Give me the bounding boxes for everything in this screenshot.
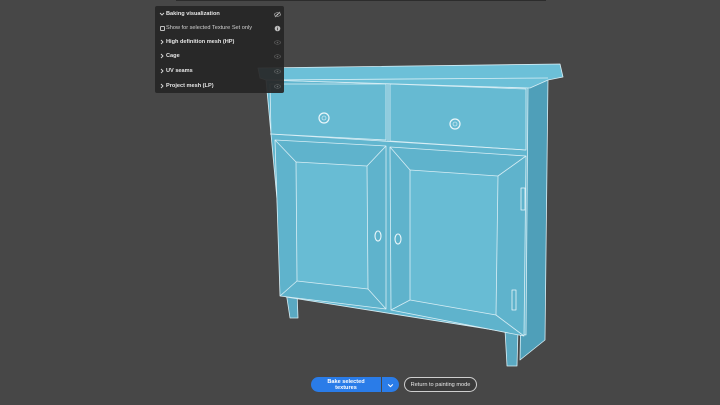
drawer-right [389, 83, 527, 151]
eye-icon[interactable] [274, 39, 281, 46]
panel-item-uv-seams[interactable]: UV seams [155, 64, 284, 78]
panel-item-label: Cage [166, 53, 180, 59]
chevron-right-icon[interactable] [159, 39, 165, 45]
eye-icon[interactable] [274, 68, 281, 75]
panel-item-cage[interactable]: Cage [155, 49, 284, 63]
bake-options-dropdown[interactable] [382, 377, 399, 392]
chevron-down-icon[interactable] [159, 11, 165, 17]
eye-icon[interactable] [274, 53, 281, 60]
eye-slash-icon[interactable] [274, 11, 281, 18]
viewport-3d[interactable] [0, 0, 720, 405]
chevron-right-icon[interactable] [159, 68, 165, 74]
chevron-right-icon[interactable] [159, 53, 165, 59]
panel-item-label: UV seams [166, 68, 193, 74]
show-selected-checkbox[interactable] [160, 25, 165, 31]
door-right-panel [409, 169, 499, 316]
eye-icon[interactable] [274, 83, 281, 90]
panel-item-project-mesh[interactable]: Project mesh (LP) [155, 79, 284, 93]
baking-visualization-panel: Baking visualization Show for selected T… [155, 6, 284, 93]
cabinet-leg-front-right [504, 329, 519, 367]
info-icon[interactable] [274, 25, 281, 32]
panel-item-hp-mesh[interactable]: High definition mesh (HP) [155, 35, 284, 49]
cabinet-model [257, 63, 564, 367]
show-selected-option[interactable]: Show for selected Texture Set only [155, 21, 284, 35]
return-to-painting-mode-button[interactable]: Return to painting mode [404, 377, 477, 392]
panel-item-label: Project mesh (LP) [166, 83, 214, 89]
panel-header[interactable]: Baking visualization [155, 7, 284, 21]
chevron-right-icon[interactable] [159, 83, 165, 89]
panel-title: Baking visualization [166, 11, 220, 17]
door-left-panel [295, 161, 369, 290]
drawer-left [269, 83, 387, 141]
bake-selected-textures-button[interactable]: Bake selected textures [311, 377, 381, 392]
show-selected-label: Show for selected Texture Set only [166, 25, 253, 31]
panel-item-label: High definition mesh (HP) [166, 39, 235, 45]
chevron-down-icon [387, 376, 394, 394]
